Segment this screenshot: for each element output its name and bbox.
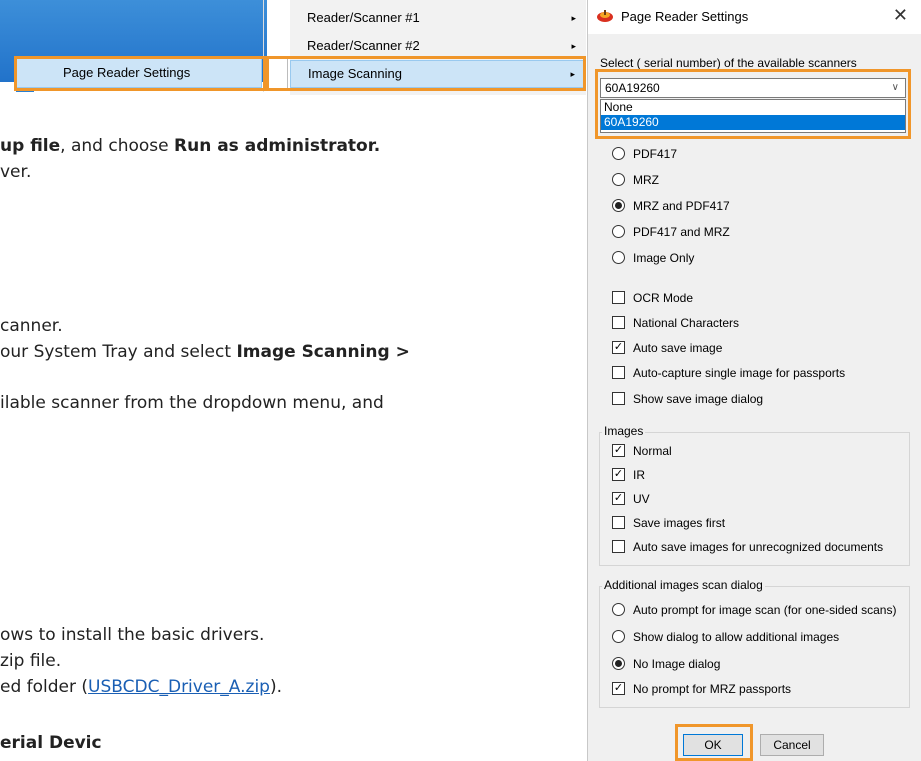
- doc-text: our System Tray and select: [0, 342, 237, 362]
- radio-button[interactable]: [612, 199, 625, 212]
- scanner-dropdown-list: None 60A19260: [600, 99, 906, 133]
- checkbox[interactable]: ✓: [612, 492, 625, 505]
- dialog-titlebar: Page Reader Settings ✕: [588, 0, 921, 34]
- menu-item-image-scanning[interactable]: Image Scanning ▸: [290, 60, 586, 88]
- images-group-title: Images: [602, 424, 646, 438]
- checkbox-label: Auto save images for unrecognized docume…: [633, 540, 884, 554]
- doc-line-5: ilable scanner from the dropdown menu, a…: [0, 393, 384, 413]
- submenu-arrow-icon: ▸: [571, 41, 576, 51]
- checkbox[interactable]: [612, 516, 625, 529]
- dropdown-option-60a19260[interactable]: 60A19260: [601, 115, 905, 130]
- page-reader-settings-dialog: Page Reader Settings ✕ Select ( serial n…: [587, 0, 921, 761]
- menu-item-reader-scanner-2[interactable]: Reader/Scanner #2 ▸: [290, 34, 586, 58]
- checkbox[interactable]: [612, 316, 625, 329]
- doc-text: , and choose: [60, 136, 174, 156]
- radio-button[interactable]: [612, 225, 625, 238]
- radio-label: Image Only: [633, 251, 695, 265]
- ok-button[interactable]: OK: [683, 734, 743, 756]
- chevron-down-icon[interactable]: ∨: [892, 79, 899, 97]
- doc-bold-run-as-admin: Run as administrator.: [174, 136, 381, 156]
- radio-button[interactable]: [612, 603, 625, 616]
- checkbox-label: OCR Mode: [633, 291, 694, 305]
- checkbox-label: National Characters: [633, 316, 740, 330]
- checkbox[interactable]: ✓: [612, 341, 625, 354]
- checkbox-label: Save images first: [633, 516, 726, 530]
- scanner-select-value: 60A19260: [605, 81, 660, 95]
- doc-line-2: ver.: [0, 162, 32, 182]
- menu-item-page-reader-settings[interactable]: Page Reader Settings: [16, 58, 262, 88]
- radio-button[interactable]: [612, 147, 625, 160]
- doc-line-9: erial Devic: [0, 732, 102, 754]
- driver-zip-link[interactable]: USBCDC_Driver_A.zip: [88, 677, 270, 697]
- checkbox-label: No prompt for MRZ passports: [633, 682, 792, 696]
- doc-line-3: canner.: [0, 316, 63, 336]
- menu-item-label: Image Scanning: [308, 66, 402, 81]
- additional-images-group-title: Additional images scan dialog: [602, 578, 765, 592]
- checkbox-label: IR: [633, 468, 645, 482]
- doc-line-1: up file, and choose Run as administrator…: [0, 135, 380, 157]
- doc-bold-serial-device: erial Devic: [0, 733, 102, 753]
- scanner-select-label: Select ( serial number) of the available…: [600, 56, 857, 70]
- checkbox-label: Auto-capture single image for passports: [633, 366, 846, 380]
- context-submenu: Reader/Scanner #1 ▸ Reader/Scanner #2 ▸ …: [290, 0, 586, 95]
- scanner-select[interactable]: 60A19260 ∨: [600, 78, 906, 98]
- checkbox[interactable]: [612, 392, 625, 405]
- checkbox[interactable]: ✓: [612, 444, 625, 457]
- checkbox-label: Show save image dialog: [633, 392, 764, 406]
- radio-label: Auto prompt for image scan (for one-side…: [633, 603, 897, 617]
- checkbox[interactable]: [612, 291, 625, 304]
- radio-label: PDF417 and MRZ: [633, 225, 730, 239]
- radio-button[interactable]: [612, 657, 625, 670]
- checkbox-label: Auto save image: [633, 341, 723, 355]
- radio-label: PDF417: [633, 147, 678, 161]
- checkbox-label: UV: [633, 492, 650, 506]
- radio-button[interactable]: [612, 630, 625, 643]
- radio-label: MRZ and PDF417: [633, 199, 730, 213]
- menu-divider: [287, 58, 288, 90]
- radio-label: Show dialog to allow additional images: [633, 630, 840, 644]
- checkbox[interactable]: [612, 540, 625, 553]
- menu-divider: [263, 0, 264, 92]
- doc-line-8: ed folder (USBCDC_Driver_A.zip).: [0, 676, 282, 698]
- checkbox[interactable]: ✓: [612, 682, 625, 695]
- doc-line-7: zip file.: [0, 651, 62, 671]
- radio-label: No Image dialog: [633, 657, 721, 671]
- doc-line-4: our System Tray and select Image Scannin…: [0, 341, 410, 363]
- close-icon[interactable]: ✕: [893, 5, 908, 26]
- checkbox[interactable]: ✓: [612, 468, 625, 481]
- doc-bold-setup-file: up file: [0, 136, 61, 156]
- checkbox[interactable]: [612, 366, 625, 379]
- menu-item-label: Reader/Scanner #1: [307, 10, 420, 25]
- checkbox-label: Normal: [633, 444, 672, 458]
- menu-item-label: Reader/Scanner #2: [307, 38, 420, 53]
- menu-item-reader-scanner-1[interactable]: Reader/Scanner #1 ▸: [290, 6, 586, 30]
- submenu-arrow-icon: ▸: [570, 69, 575, 79]
- cancel-button[interactable]: Cancel: [760, 734, 824, 756]
- radio-label: MRZ: [633, 173, 659, 187]
- app-icon: [596, 9, 614, 26]
- doc-bold-image-scanning: Image Scanning >: [236, 342, 410, 362]
- radio-button[interactable]: [612, 251, 625, 264]
- dropdown-option-none[interactable]: None: [601, 100, 905, 115]
- doc-text: ).: [269, 677, 283, 697]
- doc-line-6: ows to install the basic drivers.: [0, 625, 265, 645]
- radio-button[interactable]: [612, 173, 625, 186]
- doc-text: ed folder (: [0, 677, 89, 697]
- dialog-title: Page Reader Settings: [621, 9, 749, 24]
- submenu-arrow-icon: ▸: [571, 13, 576, 23]
